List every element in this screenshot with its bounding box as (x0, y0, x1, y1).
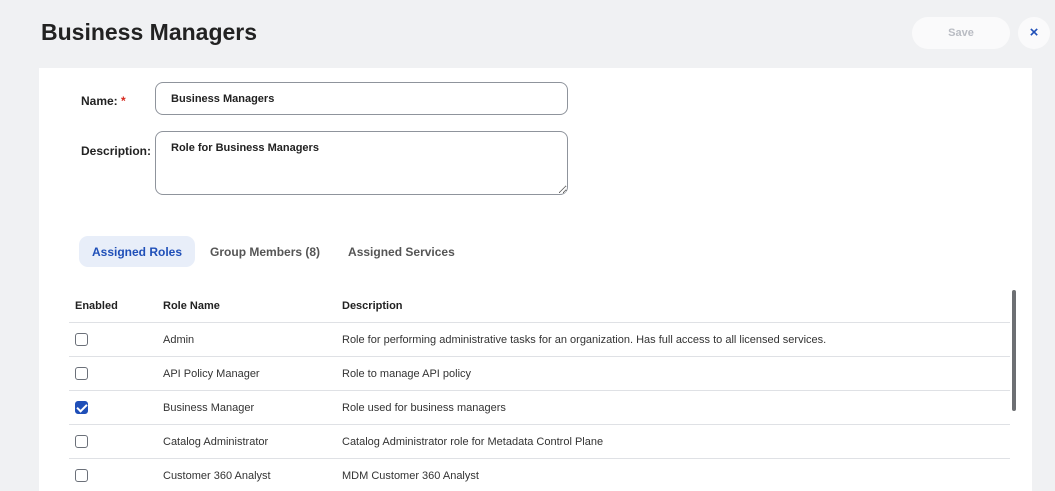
roles-table: Enabled Role Name Description Admin Role… (69, 289, 1010, 491)
enabled-checkbox[interactable] (75, 333, 88, 346)
tab-assigned-roles[interactable]: Assigned Roles (79, 236, 196, 267)
role-name: Admin (163, 333, 195, 346)
table-row: Customer 360 Analyst MDM Customer 360 An… (69, 459, 1010, 491)
role-name: API Policy Manager (163, 367, 260, 380)
table-row: Business Manager Role used for business … (69, 391, 1010, 425)
role-description: MDM Customer 360 Analyst (342, 469, 479, 482)
role-description: Role used for business managers (342, 401, 506, 414)
tab-bar: Assigned Roles Group Members (8) Assigne… (79, 236, 470, 267)
table-row: API Policy Manager Role to manage API po… (69, 357, 1010, 391)
role-name: Business Manager (163, 401, 255, 414)
required-marker: * (121, 94, 126, 108)
column-header-role-name[interactable]: Role Name (163, 289, 220, 322)
role-name: Catalog Administrator (163, 435, 269, 448)
role-description: Role for performing administrative tasks… (342, 333, 827, 346)
tab-group-members[interactable]: Group Members (8) (197, 236, 333, 267)
table-header: Enabled Role Name Description (69, 289, 1010, 323)
close-icon[interactable]: × (1018, 17, 1050, 49)
description-label: Description: (81, 144, 152, 158)
table-scrollbar[interactable] (1012, 290, 1016, 411)
save-button[interactable]: Save (912, 17, 1010, 49)
enabled-checkbox[interactable] (75, 469, 88, 482)
column-header-enabled[interactable]: Enabled (75, 289, 118, 322)
enabled-checkbox[interactable] (75, 435, 88, 448)
table-row: Admin Role for performing administrative… (69, 323, 1010, 357)
tab-assigned-services[interactable]: Assigned Services (335, 236, 468, 267)
column-header-description[interactable]: Description (342, 289, 403, 322)
name-label: Name: * (81, 94, 126, 108)
role-name: Customer 360 Analyst (163, 469, 271, 482)
role-form-panel: Name: * Description: Role for Business M… (39, 68, 1032, 491)
role-description: Catalog Administrator role for Metadata … (342, 435, 604, 448)
description-field[interactable]: Role for Business Managers (155, 131, 568, 195)
page-title: Business Managers (41, 19, 258, 45)
enabled-checkbox[interactable] (75, 367, 88, 380)
role-description: Role to manage API policy (342, 367, 472, 380)
enabled-checkbox[interactable] (75, 401, 88, 414)
name-field[interactable] (155, 82, 568, 115)
table-row: Catalog Administrator Catalog Administra… (69, 425, 1010, 459)
